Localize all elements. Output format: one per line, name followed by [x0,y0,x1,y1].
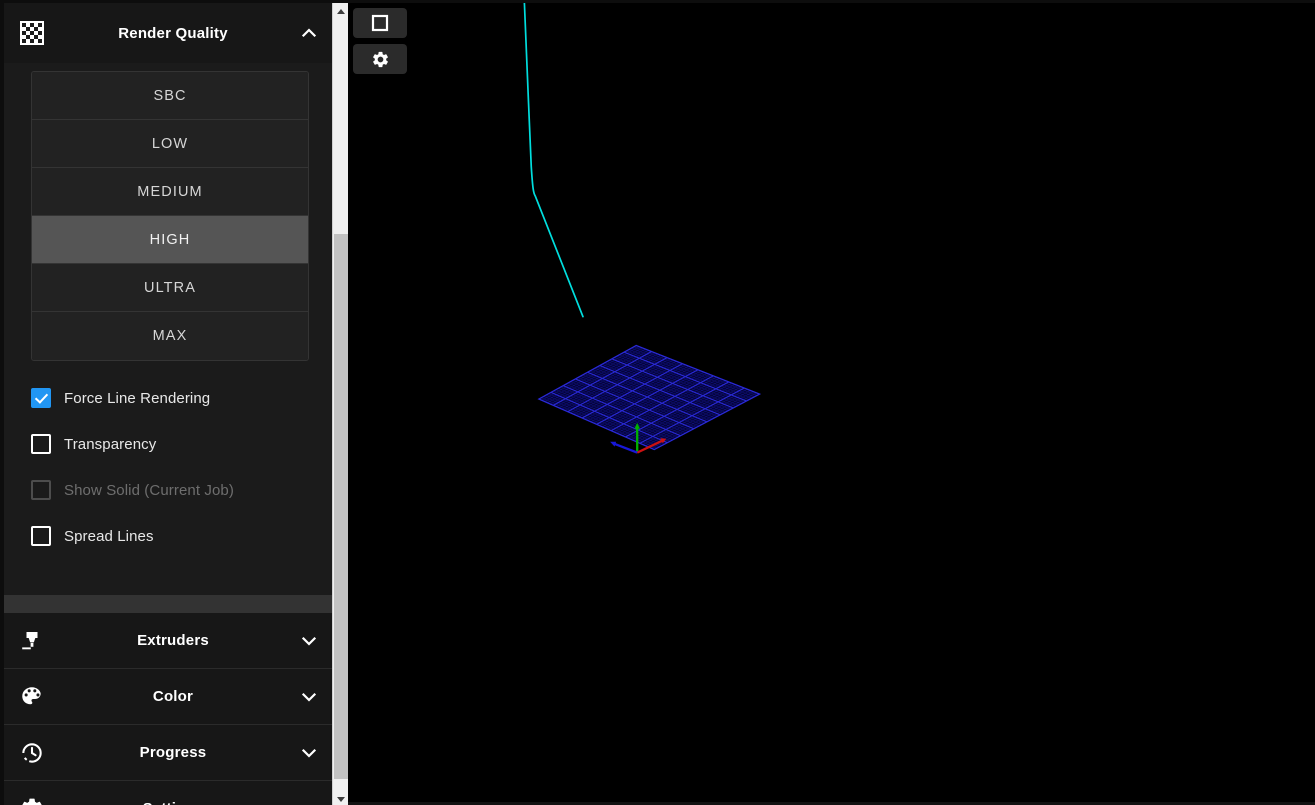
checkbox-label: Transparency [64,435,157,453]
application-window: Render Quality SBC LOW MEDIUM HIGH ULTRA MAX … [0,0,1315,805]
section-header-extruders[interactable]: Extruders [4,613,336,669]
scroll-up-arrow-icon[interactable] [333,3,348,20]
checkbox-row-transparency[interactable]: Transparency [4,421,336,467]
checkbox-row-show-solid-current-job: Show Solid (Current Job) [4,467,336,513]
section-header-color[interactable]: Color [4,669,336,725]
extruder-icon [4,628,60,654]
scroll-thumb[interactable] [334,234,348,779]
quality-option-medium[interactable]: MEDIUM [32,168,308,216]
3d-scene [523,3,762,454]
quality-option-low[interactable]: LOW [32,120,308,168]
gear-icon [4,796,60,805]
render-quality-checkboxes: Force Line Rendering Transparency Show Sol… [4,361,336,565]
toolpath-line [523,3,584,318]
render-quality-options: SBC LOW MEDIUM HIGH ULTRA MAX [31,71,309,361]
3d-viewport[interactable] [348,0,1315,805]
section-header-render-quality[interactable]: Render Quality [4,3,336,63]
quality-option-max[interactable]: MAX [32,312,308,360]
checkbox-label: Show Solid (Current Job) [64,481,234,499]
checkbox-label: Spread Lines [64,527,154,545]
checkbox-row-force-line-rendering[interactable]: Force Line Rendering [4,375,336,421]
viewport-toolbar [353,8,407,80]
checkerboard-icon [4,19,60,47]
gear-icon-button[interactable] [353,44,407,74]
section-header-progress[interactable]: Progress [4,725,336,781]
quality-option-high[interactable]: HIGH [32,216,308,264]
checkbox-row-spread-lines[interactable]: Spread Lines [4,513,336,559]
panel-section-divider [4,595,336,613]
quality-option-sbc[interactable]: SBC [32,72,308,120]
checkbox-indicator[interactable] [31,388,51,408]
section-title-progress: Progress [139,744,207,761]
checkbox-label: Force Line Rendering [64,389,211,407]
clock-icon [4,740,60,766]
render-quality-body: SBC LOW MEDIUM HIGH ULTRA MAX Force Line Rend… [4,63,336,565]
scroll-down-arrow-icon[interactable] [333,791,348,805]
chevron-down-icon[interactable] [296,631,322,651]
chevron-down-icon[interactable] [296,743,322,763]
checkbox-indicator[interactable] [31,434,51,454]
section-title-render-quality: Render Quality [118,24,228,42]
square-icon [371,14,389,32]
palette-icon [4,684,60,710]
chevron-down-icon[interactable] [296,687,322,707]
chevron-up-icon[interactable] [296,23,322,43]
section-title-color: Color [152,688,194,705]
chevron-down-icon[interactable] [296,799,322,805]
section-header-settings[interactable]: Settings [4,781,336,805]
gear-icon [371,50,390,69]
axis-z [613,442,638,454]
checkbox-indicator [31,480,51,500]
quality-option-ultra[interactable]: ULTRA [32,264,308,312]
square-icon-button[interactable] [353,8,407,38]
build-plate [538,345,760,450]
panel-scroll-area: Render Quality SBC LOW MEDIUM HIGH ULTRA MAX … [4,3,336,805]
checkbox-indicator[interactable] [31,526,51,546]
section-title-extruders: Extruders [137,632,209,649]
panel-scrollbar[interactable] [332,3,348,805]
left-settings-panel: Render Quality SBC LOW MEDIUM HIGH ULTRA MAX … [0,0,348,805]
section-title-settings: Settings [60,800,286,805]
collapsed-section-list: Extruders Color Progress Settings [4,613,336,805]
